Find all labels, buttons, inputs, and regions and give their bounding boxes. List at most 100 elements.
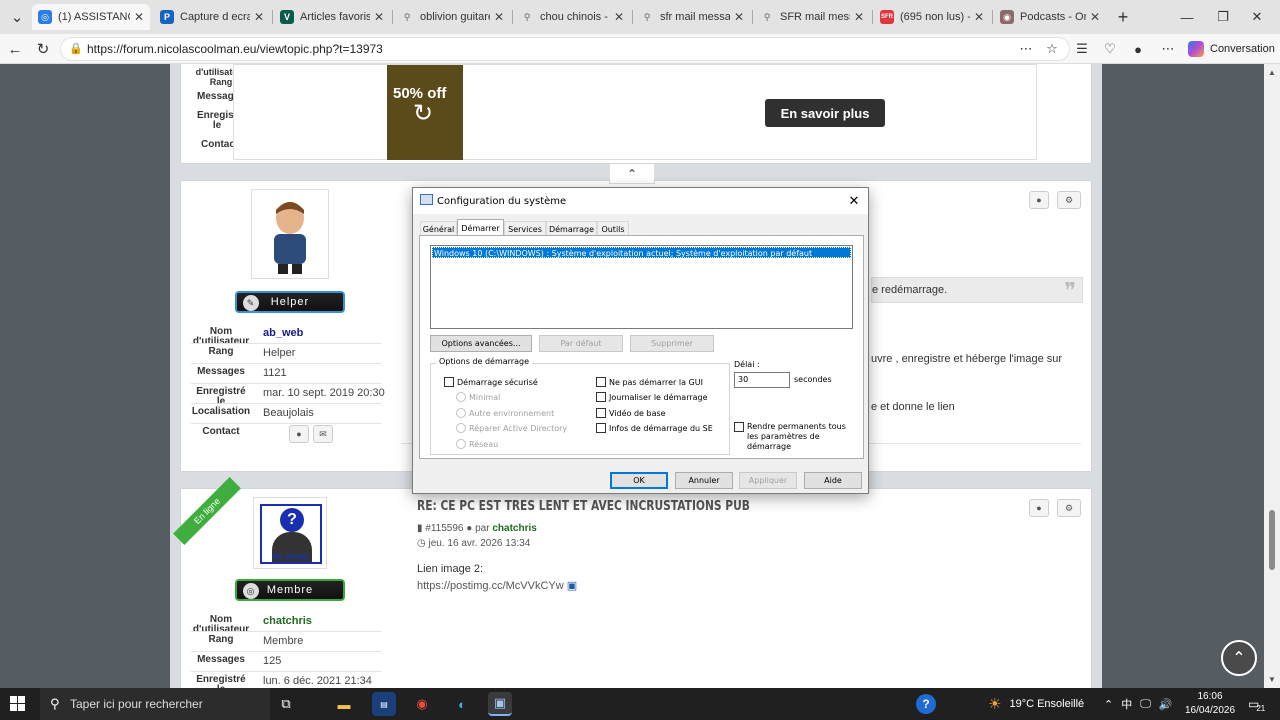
close-tab-icon[interactable]: ✕ [614, 10, 624, 24]
ok-button[interactable]: OK [610, 472, 668, 489]
page-scrollbar[interactable]: ▲ ▼ [1264, 64, 1280, 688]
taskbar-clock[interactable]: 16:06 16/04/2026 [1180, 690, 1240, 718]
profile-avatar-icon[interactable]: ● [1128, 39, 1148, 59]
radio-circle[interactable] [456, 408, 466, 418]
volume-icon[interactable]: 🔊 [1159, 698, 1173, 711]
post-tools-gear-icon[interactable]: ⚙ [1057, 191, 1081, 209]
boot-log-checkbox[interactable]: Journaliser le démarrage [596, 392, 708, 402]
ad-banner[interactable]: 50% off ↻ En savoir plus [233, 64, 1037, 160]
checkbox-box[interactable] [596, 408, 606, 418]
quote-reply-icon[interactable]: ● [1029, 191, 1049, 209]
settings-more-icon[interactable]: ⋯ [1158, 39, 1178, 59]
task-view-icon[interactable]: ⧉ [274, 692, 298, 716]
network-icon[interactable]: 🖵 [1140, 698, 1151, 711]
weather-widget[interactable]: ☀ 19°C Ensoleillé [988, 688, 1084, 720]
post-id-link[interactable]: #115596 [425, 523, 463, 534]
back-arrow-icon[interactable]: ← [4, 38, 26, 60]
tab-sfr-mail-1[interactable]: ⚲ sfr mail message ✕ [634, 4, 750, 30]
tab-sfr-mail-2[interactable]: ⚲ SFR mail messag ✕ [754, 4, 870, 30]
tab-assistance[interactable]: ◎ (1) ASSISTANCE E ✕ [32, 4, 150, 30]
ad-cta-button[interactable]: En savoir plus [765, 99, 885, 127]
notifications-button[interactable]: ▭ 21 [1248, 688, 1265, 720]
tab-services[interactable]: Services [504, 221, 546, 236]
radio-circle[interactable] [456, 423, 466, 433]
checkbox-box[interactable] [734, 422, 744, 432]
tab-capture[interactable]: P Capture d ecran ( ✕ [154, 4, 270, 30]
checkbox-box[interactable] [596, 423, 606, 433]
language-icon[interactable]: 中 [1121, 696, 1132, 712]
checkbox-box[interactable] [444, 377, 454, 387]
more-dots-circle-icon[interactable]: ⋯ [1016, 39, 1036, 59]
scroll-up-icon[interactable]: ▲ [1268, 68, 1276, 77]
private-message-icon[interactable]: ● [289, 425, 309, 443]
radio-circle[interactable] [456, 439, 466, 449]
close-tab-icon[interactable]: ✕ [734, 10, 744, 24]
close-window-icon[interactable]: ✕ [1234, 0, 1280, 34]
browser-essentials-icon[interactable]: ♡ [1100, 39, 1120, 59]
username-link[interactable]: chatchris [263, 615, 312, 635]
favorites-list-icon[interactable]: ☰ [1072, 39, 1092, 59]
msconfig-taskbar-icon[interactable]: ▣ [488, 692, 512, 716]
dialog-titlebar[interactable]: Configuration du système [413, 188, 868, 214]
author-link[interactable]: chatchris [492, 523, 536, 534]
tab-outils[interactable]: Outils [597, 221, 629, 236]
external-link-icon[interactable]: ▣ [567, 580, 577, 592]
tab-articles[interactable]: V Articles favoris | V ✕ [274, 4, 390, 30]
delete-button[interactable]: Supprimer [630, 335, 714, 352]
radio-network[interactable]: Réseau [456, 439, 498, 449]
tab-sfr-unread[interactable]: SFR (695 non lus) - SF ✕ [874, 4, 990, 30]
radio-ad-repair[interactable]: Réparer Active Directory [456, 423, 567, 433]
make-permanent-checkbox[interactable]: Rendre permanents tous les paramètres de… [734, 422, 859, 452]
taskbar-search-box[interactable]: ⚲ Taper ici pour rechercher [40, 688, 270, 720]
radio-circle[interactable] [456, 392, 466, 402]
checkbox-box[interactable] [596, 377, 606, 387]
checkbox-box[interactable] [596, 392, 606, 402]
ad-image[interactable]: 50% off ↻ [387, 65, 463, 160]
edge-icon[interactable]: ◐ [450, 692, 474, 716]
replay-icon[interactable]: ↻ [413, 99, 433, 128]
close-tab-icon[interactable]: ✕ [1090, 10, 1100, 24]
safe-boot-checkbox[interactable]: Démarrage sécurisé [444, 377, 538, 387]
show-hidden-icons-chevron-icon[interactable]: ⌃ [1104, 698, 1113, 711]
close-tab-icon[interactable]: ✕ [494, 10, 504, 24]
tab-podcasts[interactable]: ◉ Podcasts - Omer ✕ [994, 4, 1106, 30]
tab-oblivion[interactable]: ⚲ oblivion guitare y ✕ [394, 4, 510, 30]
file-explorer-icon[interactable]: ▬ [332, 692, 356, 716]
boot-entries-list[interactable]: Windows 10 (C:\WINDOWS) : Système d'expl… [430, 245, 853, 329]
new-tab-button[interactable]: + [1112, 6, 1134, 28]
scroll-down-icon[interactable]: ▼ [1268, 675, 1276, 684]
post-title[interactable]: RE: CE PC EST TRES LENT ET AVEC INCRUSTA… [417, 499, 750, 514]
cancel-button[interactable]: Annuler [675, 472, 733, 489]
tab-general[interactable]: Général [420, 221, 457, 236]
timeout-input[interactable]: 30 [734, 372, 790, 388]
boot-entry-item[interactable]: Windows 10 (C:\WINDOWS) : Système d'expl… [432, 247, 851, 258]
tab-demarrer[interactable]: Démarrer [457, 219, 504, 236]
close-tab-icon[interactable]: ✕ [254, 10, 264, 24]
email-icon[interactable]: ✉ [313, 425, 333, 443]
help-tray-icon[interactable]: ? [916, 688, 936, 720]
close-tab-icon[interactable]: ✕ [974, 10, 984, 24]
windows-start-icon[interactable] [10, 696, 26, 712]
close-tab-icon[interactable]: ✕ [374, 10, 384, 24]
back-to-top-icon[interactable]: ⌃ [1221, 640, 1257, 676]
refresh-icon[interactable]: ↻ [32, 38, 54, 60]
advanced-options-button[interactable]: Options avancées... [430, 335, 532, 352]
app-news-icon[interactable]: ▤ [372, 692, 396, 716]
lock-icon[interactable]: 🔒 [69, 42, 83, 55]
copilot-conversation-button[interactable]: Conversation [1188, 39, 1275, 59]
radio-alt-shell[interactable]: Autre environnement [456, 408, 554, 418]
os-boot-info-checkbox[interactable]: Infos de démarrage du SE [596, 423, 713, 433]
dialog-close-icon[interactable]: ✕ [840, 188, 868, 214]
quote-reply-icon[interactable]: ● [1029, 499, 1049, 517]
tab-chou[interactable]: ⚲ chou chinois - Re ✕ [514, 4, 630, 30]
close-tab-icon[interactable]: ✕ [134, 10, 144, 24]
base-video-checkbox[interactable]: Vidéo de base [596, 408, 666, 418]
url-field[interactable]: 🔒 https://forum.nicolascoolman.eu/viewto… [60, 37, 1070, 61]
post-tools-gear-icon[interactable]: ⚙ [1057, 499, 1081, 517]
scrollbar-thumb[interactable] [1269, 510, 1275, 570]
tab-demarrage[interactable]: Démarrage [546, 221, 597, 236]
close-tab-icon[interactable]: ✕ [854, 10, 864, 24]
ad-collapse-chevron-up-icon[interactable]: ⌃ [609, 164, 655, 184]
username-link[interactable]: ab_web [263, 327, 303, 347]
no-gui-checkbox[interactable]: Ne pas démarrer la GUI [596, 377, 703, 387]
